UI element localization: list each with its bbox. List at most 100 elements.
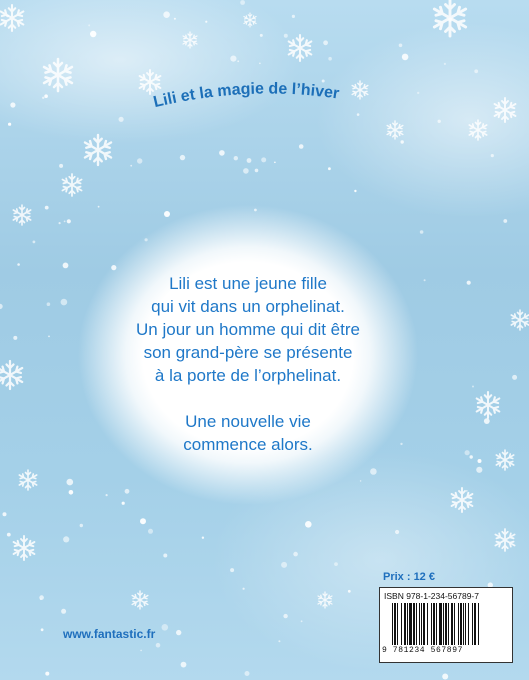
snow-dot: [328, 56, 332, 61]
snow-dot: [88, 24, 91, 27]
snow-dot: [466, 280, 471, 285]
snow-dot: [328, 167, 331, 171]
snow-dot: [443, 62, 446, 65]
snow-dot: [13, 335, 18, 340]
snow-dot: [144, 238, 148, 242]
snow-dot: [230, 568, 235, 573]
snow-dot: [111, 265, 117, 271]
barcode-bar: [465, 603, 466, 645]
barcode-box: ISBN 978-1-234-56789-7 9 781234 567897: [379, 587, 513, 663]
snow-dot: [370, 468, 377, 475]
book-blurb: Lili est une jeune fille qui vit dans un …: [118, 272, 378, 456]
barcode-bar: [419, 603, 420, 645]
snow-dot: [472, 385, 474, 388]
publisher-website: www.fantastic.fr: [63, 627, 156, 641]
barcode-bar: [431, 603, 432, 645]
snow-dot: [42, 96, 45, 100]
snow-dot: [395, 529, 400, 535]
snow-dot: [298, 144, 304, 149]
snow-dot: [32, 240, 36, 244]
blurb-line: à la porte de l’orphelinat.: [154, 366, 342, 385]
snowflake-icon: [0, 359, 24, 391]
snow-dot: [58, 222, 61, 225]
snow-dot: [173, 17, 176, 20]
snowflake-icon: [493, 97, 517, 123]
snow-dot: [334, 562, 338, 566]
barcode-bar: [460, 603, 462, 645]
barcode-bar: [433, 603, 435, 645]
snow-dot: [237, 60, 240, 63]
snow-dot: [281, 561, 288, 568]
snow-dot: [66, 478, 74, 486]
barcode-bar: [468, 603, 469, 645]
snowflake-icon: [468, 119, 488, 141]
snow-dot: [48, 335, 50, 338]
snow-dot: [254, 208, 257, 212]
price-label: Prix : 12 €: [383, 571, 435, 583]
snow-dot: [176, 629, 182, 636]
snow-dot: [474, 69, 479, 74]
snowflake-icon: [12, 204, 32, 226]
snowflake-icon: [495, 449, 515, 471]
snowflake-icon: [61, 173, 83, 197]
snow-dot: [201, 536, 205, 539]
snow-dot: [205, 20, 208, 23]
isbn-text: ISBN 978-1-234-56789-7: [384, 591, 479, 601]
snow-dot: [17, 263, 20, 266]
snowflake-icon: [0, 3, 25, 33]
snow-dot: [2, 512, 7, 517]
barcode-bar: [478, 603, 479, 645]
snow-dot: [0, 303, 3, 310]
snow-dot: [148, 528, 153, 534]
snow-dot: [68, 490, 74, 495]
blurb-line: Une nouvelle vie: [185, 412, 311, 431]
snow-dot: [140, 518, 146, 525]
snow-dot: [240, 0, 246, 5]
snowflake-icon: [386, 120, 404, 140]
snow-dot: [6, 532, 11, 537]
snow-dot: [63, 220, 66, 223]
snow-dot: [291, 14, 295, 18]
snow-dot: [442, 673, 449, 680]
barcode-bar: [427, 603, 428, 645]
snow-dot: [6, 14, 9, 18]
barcode-bar: [407, 603, 408, 645]
snow-dot: [417, 91, 420, 95]
snow-dot: [448, 17, 453, 22]
barcode-bar: [474, 603, 476, 645]
snow-dot: [477, 459, 482, 463]
snow-dot: [423, 279, 426, 282]
snow-dot: [503, 219, 508, 223]
snow-dot: [10, 102, 16, 108]
barcode-bar: [458, 603, 459, 645]
barcode-bar: [416, 603, 417, 645]
snowflake-icon: [42, 57, 74, 93]
snow-dot: [400, 140, 404, 144]
snow-dot: [59, 163, 64, 168]
snow-dot: [40, 628, 44, 632]
snow-dot: [398, 43, 403, 48]
barcode-bar: [421, 603, 422, 645]
snow-dot: [121, 501, 125, 505]
snow-dot: [219, 150, 225, 156]
snowflake-icon: [287, 33, 313, 63]
barcode-bar: [409, 603, 412, 645]
barcode-bar: [443, 603, 444, 645]
snow-dot: [61, 608, 67, 614]
snow-dot: [243, 168, 249, 174]
barcode-bar: [454, 603, 455, 645]
snowflake-icon: [12, 535, 36, 561]
snow-dot: [283, 33, 288, 38]
snow-dot: [274, 161, 276, 164]
snow-dot: [105, 494, 108, 497]
snow-dot: [283, 613, 288, 619]
barcode-bar: [448, 603, 449, 645]
barcode-bar: [392, 603, 393, 645]
snow-dot: [359, 480, 362, 482]
snow-dot: [63, 536, 70, 543]
barcode-bar: [463, 603, 464, 645]
barcode: [392, 603, 479, 645]
snowflake-icon: [18, 469, 38, 491]
snow-dot: [155, 642, 161, 648]
